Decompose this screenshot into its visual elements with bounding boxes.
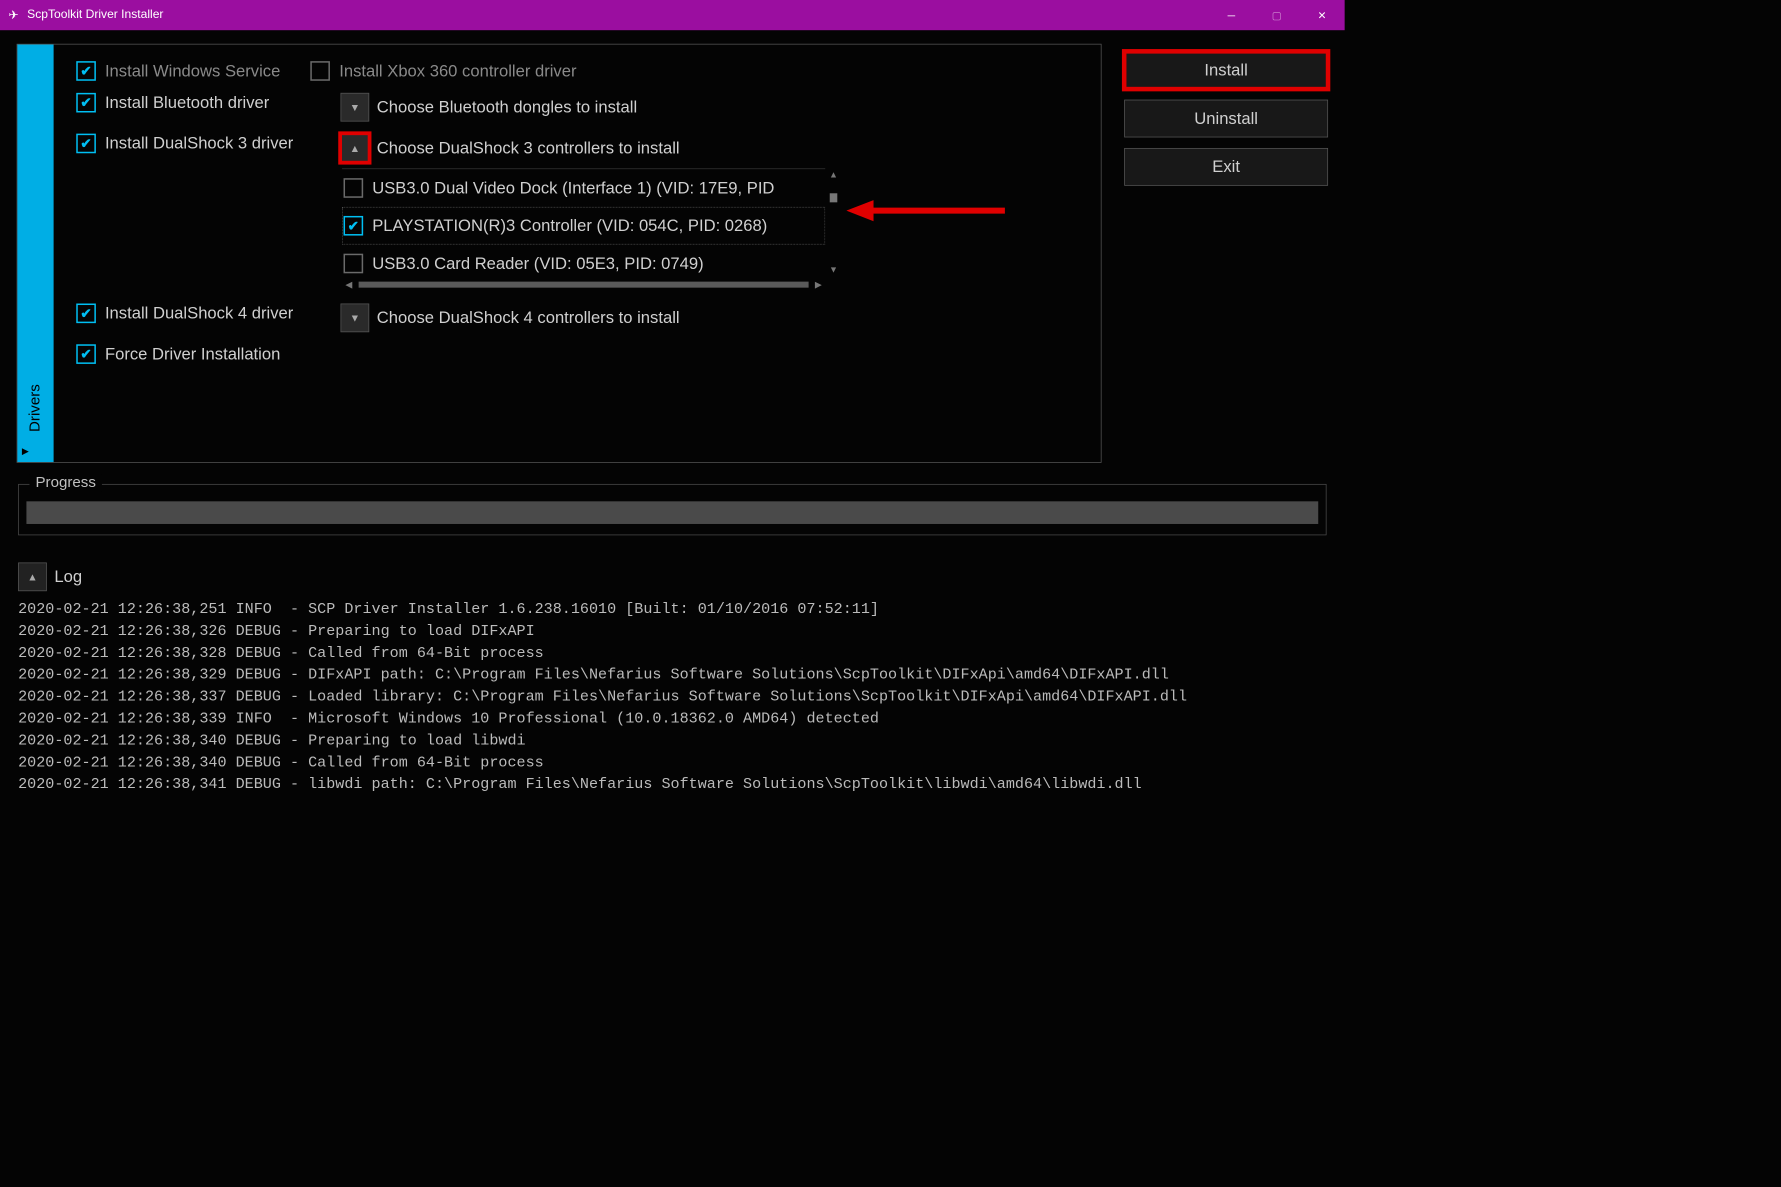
window-title: ScpToolkit Driver Installer	[27, 8, 163, 22]
checkbox-device-2[interactable]	[344, 254, 364, 274]
uninstall-button[interactable]: Uninstall	[1124, 100, 1328, 138]
action-buttons: Install Uninstall Exit	[1124, 44, 1328, 463]
label-ds4-driver: Install DualShock 4 driver	[105, 304, 293, 324]
ds3-device-list: USB3.0 Dual Video Dock (Interface 1) (VI…	[342, 168, 825, 291]
checkbox-windows-service[interactable]	[76, 61, 96, 81]
log-label: Log	[54, 567, 82, 587]
drivers-tab[interactable]: Drivers ▶	[17, 45, 53, 463]
titlebar: ✈ ScpToolkit Driver Installer ─ ▢ ✕	[0, 0, 1345, 30]
exit-button[interactable]: Exit	[1124, 148, 1328, 186]
label-ds3-driver: Install DualShock 3 driver	[105, 134, 293, 154]
checkbox-device-1[interactable]	[344, 216, 364, 236]
list-item[interactable]: USB3.0 Dual Video Dock (Interface 1) (VI…	[342, 169, 825, 207]
checkbox-force-install[interactable]	[76, 344, 96, 364]
scroll-right-icon[interactable]: ▶	[812, 279, 826, 290]
drivers-panel: Drivers ▶ Install Windows Service Instal…	[17, 44, 1102, 463]
label-force-install: Force Driver Installation	[105, 344, 280, 364]
scroll-thumb[interactable]	[830, 193, 838, 202]
install-button[interactable]: Install	[1124, 51, 1328, 89]
checkbox-ds4-driver[interactable]	[76, 304, 96, 324]
tab-arrow-icon: ▶	[22, 445, 29, 456]
label-bluetooth-chooser: Choose Bluetooth dongles to install	[377, 97, 637, 117]
maximize-button[interactable]: ▢	[1254, 0, 1299, 30]
log-toggle[interactable]: ▲	[18, 562, 47, 591]
expand-bluetooth-chooser[interactable]: ▼	[341, 93, 370, 122]
list-item[interactable]: USB3.0 Card Reader (VID: 05E3, PID: 0749…	[342, 245, 825, 275]
drivers-tab-label: Drivers	[27, 384, 44, 432]
minimize-button[interactable]: ─	[1209, 0, 1254, 30]
scroll-down-icon[interactable]: ▼	[829, 264, 838, 275]
collapse-ds3-chooser[interactable]: ▲	[341, 134, 370, 163]
annotation-arrow-icon	[846, 196, 1012, 226]
close-button[interactable]: ✕	[1299, 0, 1344, 30]
label-xbox-driver: Install Xbox 360 controller driver	[339, 61, 576, 81]
hscroll-thumb[interactable]	[359, 282, 809, 288]
list-item[interactable]: PLAYSTATION(R)3 Controller (VID: 054C, P…	[342, 207, 825, 245]
progress-legend: Progress	[29, 474, 102, 491]
scroll-left-icon[interactable]: ◀	[342, 279, 356, 290]
checkbox-xbox-driver[interactable]	[311, 61, 331, 81]
scroll-up-icon[interactable]: ▲	[829, 169, 838, 180]
progress-bar	[26, 501, 1318, 524]
log-output: 2020-02-21 12:26:38,251 INFO - SCP Drive…	[18, 599, 1326, 796]
app-icon: ✈	[6, 8, 21, 23]
label-windows-service: Install Windows Service	[105, 61, 280, 81]
vertical-scrollbar[interactable]: ▲ ▼	[827, 169, 841, 275]
label-ds4-chooser: Choose DualShock 4 controllers to instal…	[377, 308, 680, 328]
label-bluetooth-driver: Install Bluetooth driver	[105, 93, 269, 113]
checkbox-ds3-driver[interactable]	[76, 134, 96, 154]
checkbox-device-0[interactable]	[344, 178, 364, 198]
checkbox-bluetooth-driver[interactable]	[76, 93, 96, 113]
horizontal-scrollbar[interactable]: ◀ ▶	[342, 278, 825, 292]
progress-group: Progress	[18, 484, 1326, 535]
expand-ds4-chooser[interactable]: ▼	[341, 304, 370, 333]
label-ds3-chooser: Choose DualShock 3 controllers to instal…	[377, 138, 680, 158]
